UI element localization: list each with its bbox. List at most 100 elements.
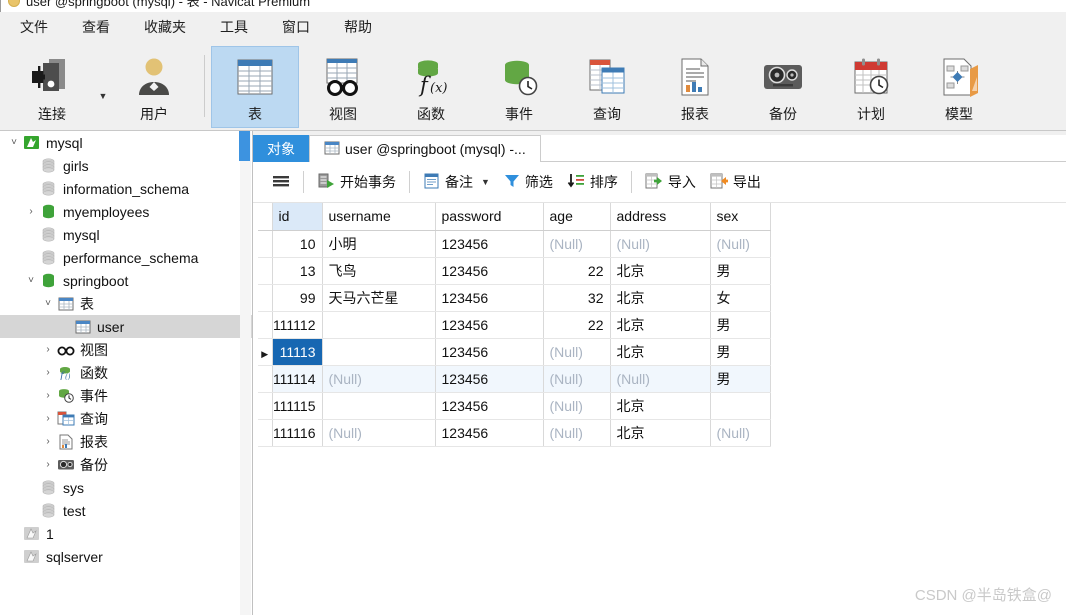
cell-address[interactable]: (Null) (610, 365, 711, 393)
tree-item--[interactable]: › 事件 (0, 384, 252, 407)
menu-window[interactable]: 窗口 (282, 17, 310, 37)
tree-item-sys[interactable]: sys (0, 476, 252, 499)
toolbar-button-backup[interactable]: 备份 (739, 46, 827, 128)
gridbar-begin-transaction-button[interactable]: 开始事务 (310, 168, 403, 196)
cell-sex[interactable]: 男 (710, 338, 771, 366)
tree-item-sqlserver[interactable]: sqlserver (0, 545, 252, 568)
cell-id[interactable]: 99 (272, 284, 323, 312)
cell-password[interactable]: 123456 (435, 311, 544, 339)
gridbar-import-button[interactable]: 导入 (638, 168, 703, 196)
tree-item-mysql[interactable]: mysql (0, 223, 252, 246)
cell-username[interactable]: 飞鸟 (322, 257, 436, 285)
tree-twisty-expanded[interactable]: ˅ (6, 137, 22, 148)
tree-item-user[interactable]: user (0, 315, 252, 338)
table-row[interactable]: 111115 123456 (Null) 北京 (258, 392, 771, 420)
toolbar-button-connection[interactable]: 连接 (8, 46, 96, 128)
gridbar-sort-button[interactable]: 排序 (560, 168, 625, 196)
tree-item--[interactable]: › 视图 (0, 338, 252, 361)
toolbar-button-table[interactable]: 表 (211, 46, 299, 128)
tab-objects[interactable]: 对象 (253, 135, 309, 162)
gridbar-export-button[interactable]: 导出 (703, 168, 768, 196)
cell-id[interactable]: 10 (272, 230, 323, 258)
menu-view[interactable]: 查看 (82, 17, 110, 37)
toolbar-button-function[interactable]: f (x) 函数 (387, 46, 475, 128)
cell-age[interactable]: (Null) (543, 338, 611, 366)
cell-address[interactable]: 北京 (610, 257, 711, 285)
cell-sex[interactable]: (Null) (710, 230, 771, 258)
table-row[interactable]: 13 飞鸟 123456 22 北京 男 (258, 257, 771, 285)
menu-tools[interactable]: 工具 (220, 17, 248, 37)
cell-sex[interactable]: 女 (710, 284, 771, 312)
tree-twisty-expanded[interactable]: ˅ (23, 275, 39, 286)
cell-sex[interactable]: 男 (710, 365, 771, 393)
tree-item-1[interactable]: 1 (0, 522, 252, 545)
column-header-password[interactable]: password (435, 203, 544, 231)
cell-password[interactable]: 123456 (435, 419, 544, 447)
table-row[interactable]: 111114 (Null) 123456 (Null) (Null) 男 (258, 365, 771, 393)
cell-password[interactable]: 123456 (435, 230, 544, 258)
table-row[interactable]: 111116 (Null) 123456 (Null) 北京 (Null) (258, 419, 771, 447)
row-marker[interactable] (258, 419, 273, 447)
tree-item-springboot[interactable]: ˅ springboot (0, 269, 252, 292)
cell-age[interactable]: (Null) (543, 392, 611, 420)
menu-file[interactable]: 文件 (20, 17, 48, 37)
cell-sex[interactable] (710, 392, 771, 420)
sidebar-scrollbar-thumb[interactable] (239, 131, 250, 161)
column-header-sex[interactable]: sex (710, 203, 771, 231)
tree-item-myemployees[interactable]: › myemployees (0, 200, 252, 223)
tree-item-mysql[interactable]: ˅ mysql (0, 131, 252, 154)
cell-username[interactable]: (Null) (322, 419, 436, 447)
toolbar-button-user[interactable]: 用户 (110, 46, 198, 128)
cell-address[interactable]: 北京 (610, 338, 711, 366)
tree-item--[interactable]: › f() 函数 (0, 361, 252, 384)
cell-address[interactable]: 北京 (610, 392, 711, 420)
cell-username[interactable] (322, 338, 436, 366)
column-header-username[interactable]: username (322, 203, 436, 231)
table-row[interactable]: 10 小明 123456 (Null) (Null) (Null) (258, 230, 771, 258)
row-marker[interactable] (258, 230, 273, 258)
cell-age[interactable]: 22 (543, 257, 611, 285)
tree-item--[interactable]: › 备份 (0, 453, 252, 476)
cell-id[interactable]: 13 (272, 257, 323, 285)
tab-table-editor[interactable]: user @springboot (mysql) -... (309, 135, 541, 162)
data-grid[interactable]: id username password age address sex 10 小明 1234… (258, 203, 771, 447)
gridbar-note-button[interactable]: 备注 ▼ (416, 168, 497, 196)
cell-username[interactable] (322, 392, 436, 420)
object-tree-sidebar[interactable]: ˅ mysql girls information_schema › myemployee… (0, 131, 253, 615)
chevron-down-icon[interactable]: ▼ (481, 177, 490, 187)
tree-item-test[interactable]: test (0, 499, 252, 522)
cell-password[interactable]: 123456 (435, 257, 544, 285)
cell-password[interactable]: 123456 (435, 284, 544, 312)
cell-age[interactable]: 22 (543, 311, 611, 339)
toolbar-button-model[interactable]: 模型 (915, 46, 1003, 128)
row-marker[interactable]: ▶ (258, 338, 273, 366)
column-header-id[interactable]: id (272, 203, 323, 231)
toolbar-button-schedule[interactable]: 计划 (827, 46, 915, 128)
cell-username[interactable]: 天马六芒星 (322, 284, 436, 312)
column-header-age[interactable]: age (543, 203, 611, 231)
tree-twisty-collapsed[interactable]: › (40, 390, 56, 401)
toolbar-button-view[interactable]: 视图 (299, 46, 387, 128)
cell-sex[interactable]: 男 (710, 311, 771, 339)
cell-age[interactable]: (Null) (543, 365, 611, 393)
cell-sex[interactable]: 男 (710, 257, 771, 285)
gridbar-filter-button[interactable]: 筛选 (497, 168, 560, 196)
row-marker[interactable] (258, 365, 273, 393)
cell-id[interactable]: 11113 (272, 338, 323, 366)
cell-address[interactable]: (Null) (610, 230, 711, 258)
cell-password[interactable]: 123456 (435, 392, 544, 420)
cell-age[interactable]: (Null) (543, 419, 611, 447)
table-row[interactable]: ▶ 11113 123456 (Null) 北京 男 (258, 338, 771, 366)
tree-item--[interactable]: › 查询 (0, 407, 252, 430)
cell-sex[interactable]: (Null) (710, 419, 771, 447)
table-row[interactable]: 111112 123456 22 北京 男 (258, 311, 771, 339)
toolbar-button-report[interactable]: 报表 (651, 46, 739, 128)
cell-username[interactable]: (Null) (322, 365, 436, 393)
cell-password[interactable]: 123456 (435, 365, 544, 393)
row-marker[interactable] (258, 284, 273, 312)
cell-address[interactable]: 北京 (610, 311, 711, 339)
cell-address[interactable]: 北京 (610, 284, 711, 312)
tree-twisty-collapsed[interactable]: › (40, 413, 56, 424)
tree-twisty-expanded[interactable]: ˅ (40, 298, 56, 309)
cell-id[interactable]: 111116 (272, 419, 323, 447)
